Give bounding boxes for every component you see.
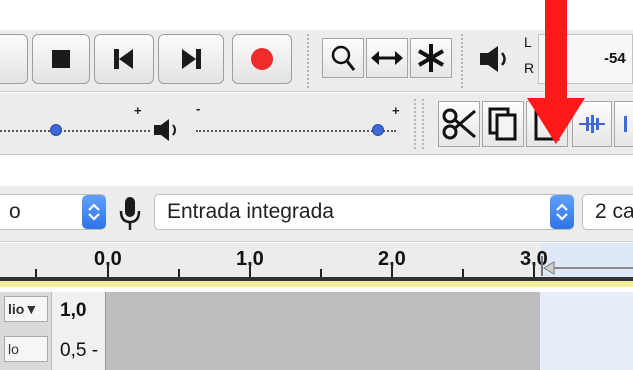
track-solo-label: lo (8, 341, 19, 357)
toolbar-grip[interactable] (414, 99, 420, 149)
recording-device-dropdown-arrow[interactable] (550, 195, 574, 229)
recording-volume-thumb[interactable] (50, 124, 62, 136)
meter-db-label: -54 (604, 50, 626, 67)
skip-to-start-icon (114, 49, 133, 69)
time-shift-tool-button[interactable] (366, 38, 408, 78)
zoom-tool-button[interactable] (322, 38, 364, 78)
copy-button[interactable] (482, 101, 524, 147)
silence-waveform-icon (624, 116, 627, 132)
transport-toolbar: L R -54 (0, 30, 633, 92)
record-icon (251, 48, 273, 70)
audio-host-value: o (9, 200, 21, 223)
playback-volume-thumb[interactable] (372, 124, 384, 136)
recording-volume-slider[interactable] (0, 130, 150, 132)
copy-icon (488, 107, 517, 141)
slider-minus-label: - (196, 101, 201, 116)
silence-audio-button[interactable] (614, 101, 633, 147)
slider-plus-label: + (134, 103, 142, 118)
recording-channels-value: 2 ca (595, 200, 633, 223)
volume-speaker-icon (154, 119, 176, 141)
play-button[interactable] (0, 34, 28, 84)
skip-to-start-button[interactable] (94, 34, 154, 84)
cut-button[interactable] (438, 101, 480, 147)
playback-volume-slider[interactable] (196, 130, 396, 132)
stop-icon (52, 50, 70, 68)
playhead-marker[interactable] (538, 256, 633, 276)
stop-button[interactable] (32, 34, 90, 84)
audio-host-dropdown-arrow[interactable] (82, 195, 106, 229)
ruler-tick (533, 262, 535, 278)
microphone-icon (119, 197, 141, 230)
scissors-icon (442, 108, 476, 140)
scale-top-label: 1,0 (60, 300, 87, 321)
ruler-tick (391, 262, 393, 278)
annotation-arrow-head-icon (527, 98, 585, 144)
track-name-menu-button[interactable]: lio▼ (4, 296, 48, 322)
asterisk-icon (417, 44, 445, 72)
meter-right-label: R (524, 60, 535, 76)
skip-to-end-icon (182, 49, 201, 69)
recording-channels-select[interactable]: 2 ca (582, 194, 633, 230)
track-solo-button[interactable]: lo (4, 336, 48, 362)
audio-track-waveform[interactable] (106, 292, 540, 370)
recording-device-value: Entrada integrada (167, 200, 334, 223)
toolbar-grip[interactable] (307, 34, 313, 88)
track-control-panel: lio▼ lo (0, 292, 52, 370)
magnifier-icon (331, 45, 356, 71)
ruler-tick (107, 262, 109, 278)
slider-plus-label-2: + (392, 103, 400, 118)
vertical-amplitude-scale: 1,0 0,5 - (52, 292, 106, 370)
track-name-label: lio▼ (8, 301, 39, 317)
double-arrow-icon (371, 51, 403, 65)
timeline-yellow-band (0, 281, 633, 287)
updown-chevron-icon (556, 203, 568, 221)
toolbar-grip[interactable] (461, 34, 467, 88)
annotation-arrow-shaft (545, 0, 567, 100)
multi-tool-button[interactable] (410, 38, 452, 78)
updown-chevron-icon (88, 203, 100, 221)
meter-left-label: L (524, 34, 532, 50)
track-empty-area[interactable] (540, 292, 633, 370)
skip-to-end-button[interactable] (158, 34, 224, 84)
device-toolbar: o Entrada integrada 2 ca (0, 186, 633, 242)
ruler-tick (249, 262, 251, 278)
record-button[interactable] (232, 34, 292, 84)
playback-speaker-icon[interactable] (478, 44, 514, 74)
scale-mid-label: 0,5 - (60, 340, 99, 361)
recording-device-select[interactable]: Entrada integrada (154, 194, 574, 230)
toolbar-grip[interactable] (422, 99, 428, 149)
